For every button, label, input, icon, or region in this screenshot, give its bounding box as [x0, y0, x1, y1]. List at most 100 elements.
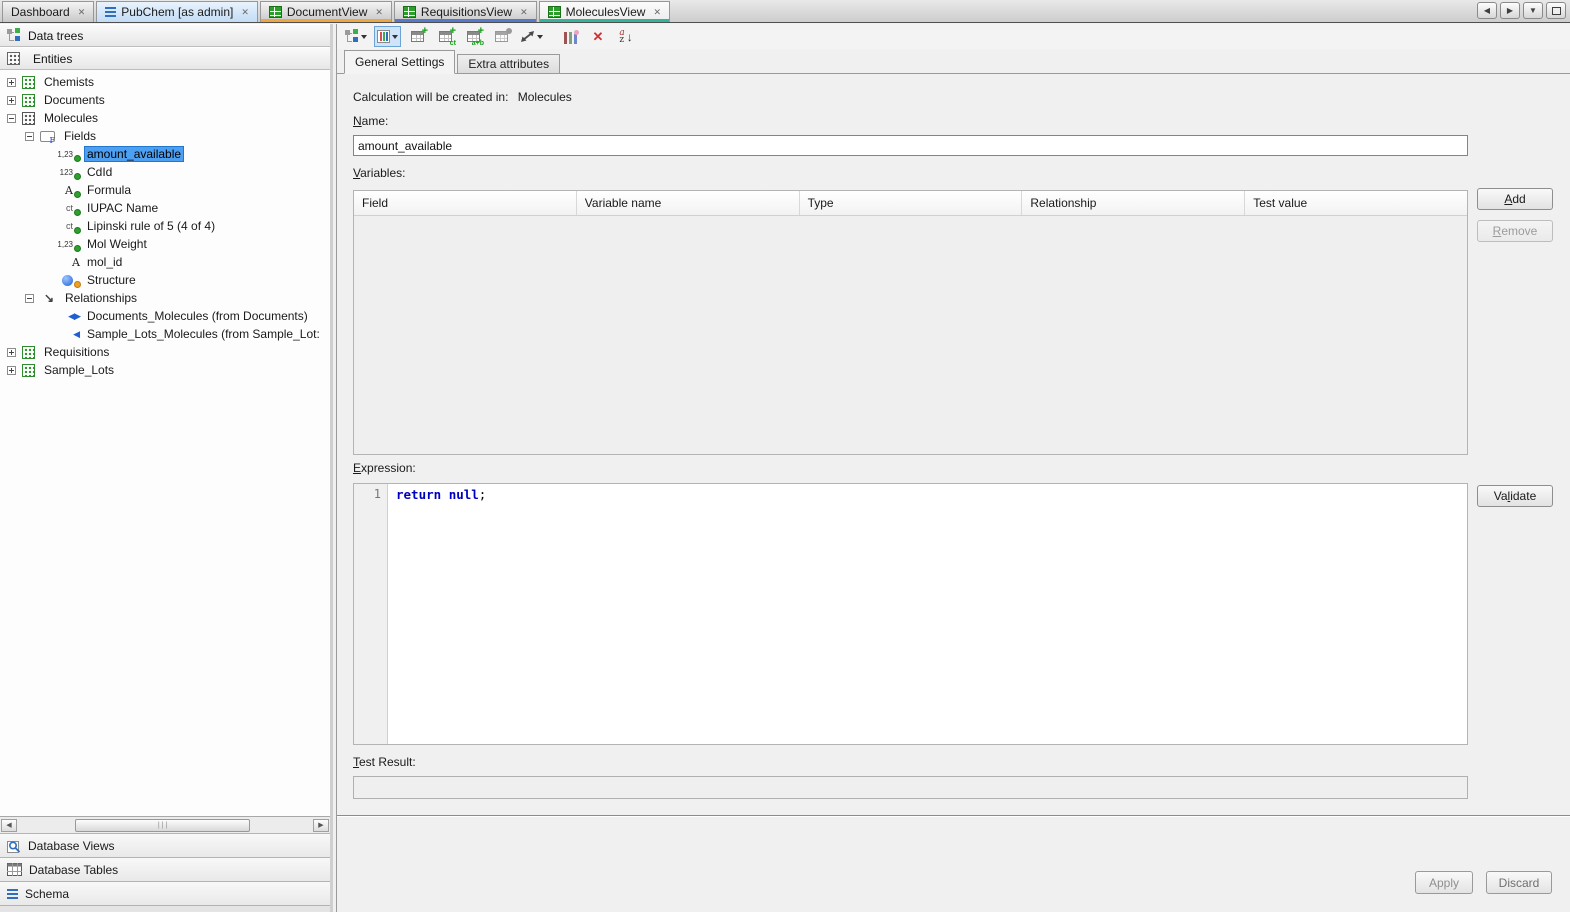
collapse-toggle-icon[interactable]: [7, 114, 16, 123]
scroll-tabs-right-button[interactable]: ▶: [1500, 2, 1520, 19]
horizontal-scrollbar[interactable]: ◀ ▶: [0, 816, 330, 833]
tree-item-mol-id[interactable]: mol_id: [0, 253, 330, 271]
window-tab-documentview[interactable]: DocumentView ✕: [260, 1, 392, 22]
expand-toggle-icon[interactable]: [7, 78, 16, 87]
data-trees-panel-header[interactable]: Data trees: [0, 24, 330, 47]
discard-button[interactable]: Discard: [1486, 871, 1552, 894]
variables-table[interactable]: Field Variable name Type Relationship Te…: [353, 190, 1468, 455]
tree-item-mol-weight[interactable]: Mol Weight: [0, 235, 330, 253]
column-header-test-value[interactable]: Test value: [1245, 191, 1467, 215]
tree-item-structure[interactable]: Structure: [0, 271, 330, 289]
tree-item-label: CdId: [84, 164, 115, 180]
grid-view-icon: [269, 6, 282, 18]
tree-item-iupac-name[interactable]: IUPAC Name: [0, 199, 330, 217]
tab-underline: [395, 19, 536, 22]
expand-toggle-icon[interactable]: [7, 348, 16, 357]
scroll-left-arrow[interactable]: ◀: [1, 819, 17, 832]
tree-item-documents[interactable]: Documents: [0, 91, 330, 109]
new-calculated-entity-button[interactable]: +: [461, 26, 485, 47]
structure-field-icon: [56, 275, 80, 286]
tree-item-label: Mol Weight: [84, 236, 150, 252]
entities-grid-icon: [377, 30, 390, 43]
remove-button: Remove: [1477, 220, 1553, 242]
created-in-label: Calculation will be created in:: [353, 90, 508, 104]
tree-item-relationships[interactable]: Relationships: [0, 289, 330, 307]
tree-item-label: mol_id: [84, 254, 125, 270]
name-input[interactable]: [353, 135, 1468, 156]
editor-code-area[interactable]: return null;: [388, 484, 1467, 744]
chevron-down-icon: [537, 35, 543, 39]
scrollbar-thumb[interactable]: [75, 819, 250, 832]
code-token: return: [396, 487, 441, 502]
window-tab-moleculesview[interactable]: MoleculesView ✕: [539, 1, 670, 22]
new-relationship-button[interactable]: [517, 26, 546, 47]
window-tab-pubchem[interactable]: PubChem [as admin] ✕: [96, 1, 258, 22]
tree-item-documents-molecules[interactable]: Documents_Molecules (from Documents): [0, 307, 330, 325]
data-tree-icon: [7, 28, 21, 43]
schema-panel-header[interactable]: Schema: [0, 881, 330, 905]
tree-item-fields[interactable]: Fields: [0, 127, 330, 145]
column-header-field[interactable]: Field: [354, 191, 577, 215]
tree-item-sample-lots[interactable]: Sample_Lots: [0, 361, 330, 379]
column-header-type[interactable]: Type: [800, 191, 1023, 215]
entities-tree: Chemists Documents Molecules Fields amou…: [0, 70, 330, 816]
tree-item-molecules[interactable]: Molecules: [0, 109, 330, 127]
tree-item-label: Documents_Molecules (from Documents): [84, 308, 311, 324]
new-chemical-entity-button[interactable]: +: [433, 26, 457, 47]
database-tables-panel-header[interactable]: Database Tables: [0, 857, 330, 881]
tree-item-cdid[interactable]: CdId: [0, 163, 330, 181]
tab-label: General Settings: [355, 55, 444, 69]
maximize-restore-button[interactable]: [1546, 2, 1566, 19]
scroll-tabs-left-button[interactable]: ◀: [1477, 2, 1497, 19]
collapse-toggle-icon[interactable]: [25, 132, 34, 141]
window-tab-label: Dashboard: [11, 5, 70, 19]
entity-table-icon: [22, 346, 35, 359]
expand-toggle-icon[interactable]: [7, 96, 16, 105]
close-icon[interactable]: ✕: [78, 8, 86, 17]
tree-item-label: Requisitions: [41, 344, 112, 360]
delete-button[interactable]: ✕: [586, 26, 610, 47]
sort-button[interactable]: [614, 26, 638, 47]
expand-toggle-icon[interactable]: [7, 366, 16, 375]
new-entity-button[interactable]: +: [405, 26, 429, 47]
tree-item-label: Molecules: [41, 110, 101, 126]
close-icon[interactable]: ✕: [520, 8, 528, 17]
chevron-down-icon: [361, 35, 367, 39]
window-tab-requisitionsview[interactable]: RequisitionsView ✕: [394, 1, 537, 22]
field-columns-button[interactable]: [558, 26, 582, 47]
close-icon[interactable]: ✕: [653, 8, 661, 17]
tab-extra-attributes[interactable]: Extra attributes: [457, 54, 560, 74]
data-tree-dropdown-button[interactable]: [342, 26, 370, 47]
tree-item-requisitions[interactable]: Requisitions: [0, 343, 330, 361]
tree-item-sample-lots-molecules[interactable]: Sample_Lots_Molecules (from Sample_Lot:: [0, 325, 330, 343]
apply-button[interactable]: Apply: [1415, 871, 1473, 894]
tree-item-chemists[interactable]: Chemists: [0, 73, 330, 91]
panel-header-label: Entities: [33, 52, 72, 66]
entities-grid-view-button[interactable]: [374, 26, 401, 47]
column-header-relationship[interactable]: Relationship: [1022, 191, 1245, 215]
scrollbar-track[interactable]: [17, 819, 313, 832]
tree-item-amount-available[interactable]: amount_available: [0, 145, 330, 163]
entity-detail-button[interactable]: [489, 26, 513, 47]
entities-panel-header[interactable]: Entities: [0, 47, 330, 70]
tab-list-dropdown-button[interactable]: ▼: [1523, 2, 1543, 19]
delete-x-icon: ✕: [593, 30, 604, 43]
window-tab-label: RequisitionsView: [421, 5, 512, 19]
sort-az-icon: [619, 30, 624, 44]
tree-item-formula[interactable]: Formula: [0, 181, 330, 199]
scroll-right-arrow[interactable]: ▶: [313, 819, 329, 832]
section-separator: [337, 815, 1570, 817]
add-button[interactable]: Add: [1477, 188, 1553, 210]
collapse-toggle-icon[interactable]: [25, 294, 34, 303]
tab-general-settings[interactable]: General Settings: [344, 50, 455, 74]
relationship-left-icon: [56, 329, 80, 340]
close-icon[interactable]: ✕: [375, 8, 383, 17]
close-icon[interactable]: ✕: [241, 8, 249, 17]
column-header-variable-name[interactable]: Variable name: [577, 191, 800, 215]
database-views-panel-header[interactable]: Database Views: [0, 833, 330, 857]
window-tab-dashboard[interactable]: Dashboard ✕: [2, 1, 94, 22]
tree-item-lipinski[interactable]: Lipinski rule of 5 (4 of 4): [0, 217, 330, 235]
expression-editor[interactable]: 1 return null;: [353, 483, 1468, 745]
validate-button[interactable]: Validate: [1477, 485, 1553, 507]
entity-table-icon: [22, 364, 35, 377]
